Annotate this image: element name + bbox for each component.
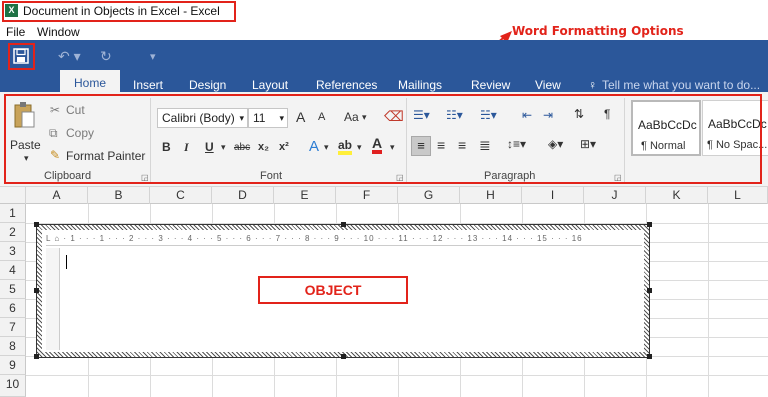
save-icon[interactable] — [13, 48, 29, 64]
lightbulb-icon: ♀ — [588, 78, 597, 92]
tab-layout[interactable]: Layout — [252, 78, 288, 92]
column-header[interactable]: D — [212, 187, 274, 204]
resize-handle[interactable] — [341, 222, 346, 227]
resize-handle[interactable] — [34, 354, 39, 359]
tab-mailings[interactable]: Mailings — [398, 78, 442, 92]
column-header[interactable]: A — [26, 187, 88, 204]
row-header[interactable]: 10 — [0, 375, 26, 397]
column-header[interactable]: I — [522, 187, 584, 204]
row-header[interactable]: 1 — [0, 204, 26, 223]
object-annotation-label: OBJECT — [304, 282, 362, 298]
column-header[interactable]: B — [88, 187, 150, 204]
column-header[interactable]: H — [460, 187, 522, 204]
menu-file[interactable]: File — [6, 25, 25, 39]
vertical-ruler — [46, 248, 60, 350]
column-header[interactable]: G — [398, 187, 460, 204]
gridline — [708, 204, 709, 397]
row-header[interactable]: 4 — [0, 261, 26, 280]
title-highlight-box — [2, 1, 236, 22]
row-header[interactable]: 7 — [0, 318, 26, 337]
resize-handle[interactable] — [34, 288, 39, 293]
resize-handle[interactable] — [341, 354, 346, 359]
column-header[interactable]: C — [150, 187, 212, 204]
tab-references[interactable]: References — [316, 78, 377, 92]
ribbon-highlight-box — [4, 94, 762, 184]
row-header[interactable]: 2 — [0, 223, 26, 242]
undo-icon[interactable]: ↶ ▾ — [58, 48, 81, 65]
resize-handle[interactable] — [647, 222, 652, 227]
tab-view[interactable]: View — [535, 78, 561, 92]
resize-handle[interactable] — [34, 222, 39, 227]
resize-handle[interactable] — [647, 354, 652, 359]
redo-icon[interactable]: ↻ — [100, 48, 112, 65]
row-header[interactable]: 6 — [0, 299, 26, 318]
horizontal-ruler: L ⌂ · 1 · · · 1 · · · 2 · · · 3 · · · 4 … — [46, 232, 642, 246]
row-header[interactable]: 8 — [0, 337, 26, 356]
row-header[interactable]: 5 — [0, 280, 26, 299]
column-header[interactable]: F — [336, 187, 398, 204]
column-header[interactable]: K — [646, 187, 708, 204]
column-header[interactable]: J — [584, 187, 646, 204]
column-header[interactable]: L — [708, 187, 768, 204]
customize-qat-icon[interactable]: ▾ — [150, 50, 156, 63]
tell-me-search[interactable]: Tell me what you want to do... — [602, 78, 760, 92]
resize-handle[interactable] — [647, 288, 652, 293]
tab-design[interactable]: Design — [189, 78, 226, 92]
text-cursor — [66, 255, 67, 269]
row-header[interactable]: 3 — [0, 242, 26, 261]
tab-home[interactable]: Home — [60, 70, 120, 93]
gridline — [26, 375, 768, 376]
row-header[interactable]: 9 — [0, 356, 26, 375]
tab-insert[interactable]: Insert — [133, 78, 163, 92]
word-formatting-annotation: Word Formatting Options — [512, 24, 684, 38]
column-header[interactable]: E — [274, 187, 336, 204]
menu-window[interactable]: Window — [37, 25, 80, 39]
tab-review[interactable]: Review — [471, 78, 510, 92]
select-all-corner[interactable] — [0, 187, 26, 204]
